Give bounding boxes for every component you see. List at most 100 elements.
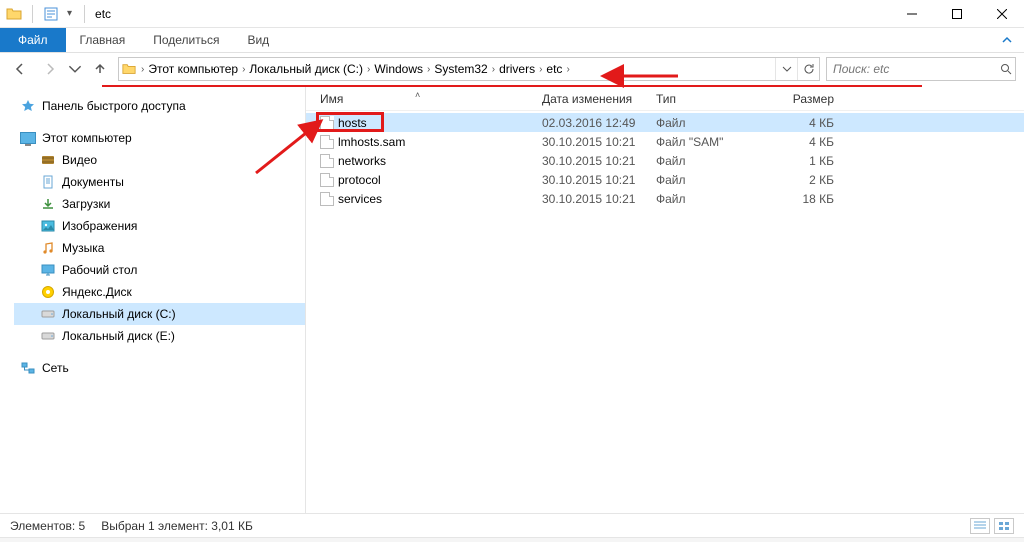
yadisk-icon xyxy=(40,284,56,300)
file-date: 02.03.2016 12:49 xyxy=(542,116,656,130)
file-list-pane: Имя˄ Дата изменения Тип Размер hosts 02.0… xyxy=(306,87,1024,513)
ribbon-tab-home[interactable]: Главная xyxy=(66,28,140,52)
sidebar-item[interactable]: Локальный диск (C:) xyxy=(14,303,305,325)
column-header-date[interactable]: Дата изменения xyxy=(542,92,656,106)
up-button[interactable] xyxy=(88,57,112,81)
chevron-right-icon[interactable]: › xyxy=(537,64,544,75)
file-size: 4 КБ xyxy=(764,135,844,149)
chevron-right-icon[interactable]: › xyxy=(564,64,571,75)
file-type: Файл xyxy=(656,154,764,168)
breadcrumb: Этот компьютер›Локальный диск (C:)›Windo… xyxy=(146,62,775,76)
forward-button[interactable] xyxy=(38,57,62,81)
sidebar-item[interactable]: Видео xyxy=(14,149,305,171)
sidebar-item[interactable]: Локальный диск (E:) xyxy=(14,325,305,347)
sidebar-item[interactable]: Музыка xyxy=(14,237,305,259)
navigation-row: › Этот компьютер›Локальный диск (C:)›Win… xyxy=(0,53,1024,85)
pictures-icon xyxy=(40,218,56,234)
view-details-button[interactable] xyxy=(970,518,990,534)
breadcrumb-segment[interactable]: Этот компьютер xyxy=(146,62,240,76)
file-row[interactable]: hosts 02.03.2016 12:49Файл4 КБ xyxy=(306,113,1024,132)
maximize-button[interactable] xyxy=(934,0,979,28)
search-box[interactable] xyxy=(826,57,1016,81)
ribbon-tab-view[interactable]: Вид xyxy=(233,28,283,52)
sidebar-item-quick-access[interactable]: Панель быстрого доступа xyxy=(14,95,305,117)
file-type: Файл xyxy=(656,173,764,187)
sidebar-label: Изображения xyxy=(62,219,137,233)
sidebar-label: Панель быстрого доступа xyxy=(42,99,186,113)
sidebar-label: Этот компьютер xyxy=(42,131,132,145)
network-icon xyxy=(20,360,36,376)
file-row[interactable]: protocol 30.10.2015 10:21Файл2 КБ xyxy=(306,170,1024,189)
file-type: Файл xyxy=(656,116,764,130)
file-name: hosts xyxy=(338,116,367,130)
file-name: protocol xyxy=(338,173,381,187)
recent-locations-button[interactable] xyxy=(68,57,82,81)
column-header-size[interactable]: Размер xyxy=(764,92,844,106)
docs-icon xyxy=(40,174,56,190)
file-tab[interactable]: Файл xyxy=(0,28,66,52)
breadcrumb-segment[interactable]: System32 xyxy=(432,62,489,76)
ribbon-tabs: Файл Главная Поделиться Вид xyxy=(0,28,1024,53)
chevron-right-icon[interactable]: › xyxy=(139,64,146,75)
view-large-icons-button[interactable] xyxy=(994,518,1014,534)
status-item-count: Элементов: 5 xyxy=(10,519,85,533)
sidebar-label: Загрузки xyxy=(62,197,110,211)
folder-icon xyxy=(6,6,22,22)
minimize-button[interactable] xyxy=(889,0,934,28)
sidebar-item[interactable]: Изображения xyxy=(14,215,305,237)
file-icon xyxy=(320,154,334,168)
breadcrumb-segment[interactable]: Локальный диск (C:) xyxy=(247,62,365,76)
drive-icon xyxy=(40,306,56,322)
chevron-right-icon[interactable]: › xyxy=(490,64,497,75)
ribbon-collapse-icon[interactable] xyxy=(990,28,1024,52)
file-row[interactable]: lmhosts.sam30.10.2015 10:21Файл "SAM"4 К… xyxy=(306,132,1024,151)
folder-icon xyxy=(119,62,139,76)
chevron-right-icon[interactable]: › xyxy=(240,64,247,75)
sidebar-item[interactable]: Яндекс.Диск xyxy=(14,281,305,303)
file-row[interactable]: services30.10.2015 10:21Файл18 КБ xyxy=(306,189,1024,208)
star-icon xyxy=(20,98,36,114)
sidebar-item-this-pc[interactable]: Этот компьютер xyxy=(14,127,305,149)
back-button[interactable] xyxy=(8,57,32,81)
column-headers: Имя˄ Дата изменения Тип Размер xyxy=(306,87,1024,111)
file-date: 30.10.2015 10:21 xyxy=(542,173,656,187)
search-input[interactable] xyxy=(827,62,996,76)
details-bar: Тип: Файл, Размер: 3,01 КБ, Дата изменен… xyxy=(0,537,1024,542)
downloads-icon xyxy=(40,196,56,212)
window-title: etc xyxy=(89,7,889,21)
file-size: 2 КБ xyxy=(764,173,844,187)
file-name: services xyxy=(338,192,382,206)
refresh-button[interactable] xyxy=(797,58,819,80)
file-size: 4 КБ xyxy=(764,116,844,130)
column-header-type[interactable]: Тип xyxy=(656,92,764,106)
chevron-right-icon[interactable]: › xyxy=(425,64,432,75)
file-name: networks xyxy=(338,154,386,168)
chevron-right-icon[interactable]: › xyxy=(365,64,372,75)
sort-indicator-icon: ˄ xyxy=(415,92,420,100)
ribbon-tab-share[interactable]: Поделиться xyxy=(139,28,233,52)
search-icon[interactable] xyxy=(996,63,1015,75)
close-button[interactable] xyxy=(979,0,1024,28)
file-date: 30.10.2015 10:21 xyxy=(542,135,656,149)
sidebar-item[interactable]: Рабочий стол xyxy=(14,259,305,281)
sidebar-item[interactable]: Загрузки xyxy=(14,193,305,215)
music-icon xyxy=(40,240,56,256)
drive-icon xyxy=(40,328,56,344)
sidebar-label: Локальный диск (E:) xyxy=(62,329,175,343)
sidebar-item[interactable]: Документы xyxy=(14,171,305,193)
breadcrumb-segment[interactable]: drivers xyxy=(497,62,537,76)
sidebar-label: Музыка xyxy=(62,241,104,255)
sidebar-label: Яндекс.Диск xyxy=(62,285,132,299)
column-header-name[interactable]: Имя˄ xyxy=(320,92,542,106)
navigation-pane: Панель быстрого доступа Этот компьютер В… xyxy=(0,87,306,513)
separator xyxy=(84,5,85,23)
qat-properties-icon[interactable] xyxy=(43,6,59,22)
file-row[interactable]: networks30.10.2015 10:21Файл1 КБ xyxy=(306,151,1024,170)
address-history-button[interactable] xyxy=(775,58,797,80)
breadcrumb-segment[interactable]: etc xyxy=(544,62,564,76)
address-bar[interactable]: › Этот компьютер›Локальный диск (C:)›Win… xyxy=(118,57,820,81)
chevron-down-icon[interactable]: ▾ xyxy=(65,8,74,19)
breadcrumb-segment[interactable]: Windows xyxy=(372,62,425,76)
computer-icon xyxy=(20,130,36,146)
sidebar-item-network[interactable]: Сеть xyxy=(14,357,305,379)
